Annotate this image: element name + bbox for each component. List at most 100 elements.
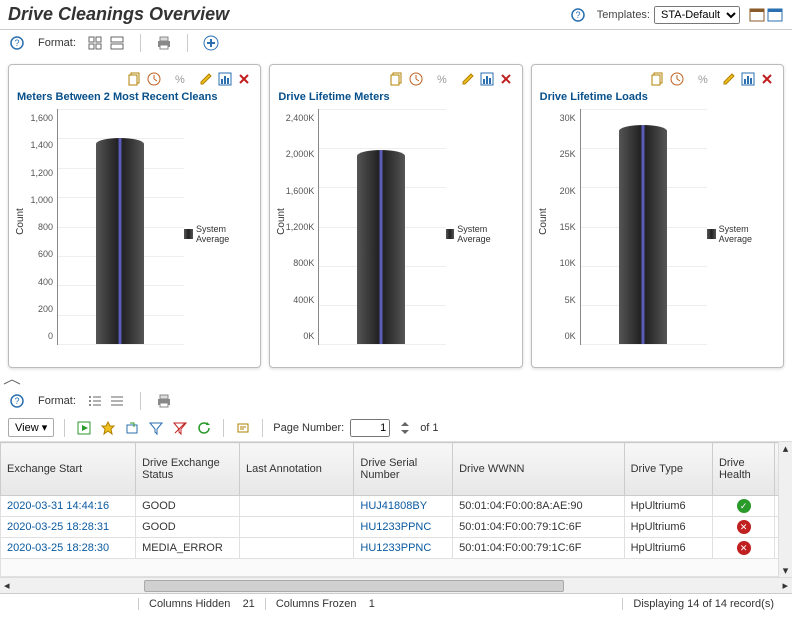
column-header[interactable]: Drive Exchange Status <box>136 443 240 496</box>
export-icon[interactable] <box>123 419 141 437</box>
y-tick: 1,600K <box>286 186 315 196</box>
cell-wwnn: 50:01:04:F0:00:8A:AE:90 <box>453 496 625 517</box>
view-menu-button[interactable]: View ▾ <box>8 418 54 437</box>
copy-icon[interactable] <box>389 71 405 87</box>
page-number-input[interactable] <box>350 419 390 437</box>
cell-serial[interactable]: HUJ41808BY <box>354 496 453 517</box>
help-icon[interactable]: ? <box>569 6 587 24</box>
print-icon[interactable] <box>155 34 173 52</box>
percent-icon[interactable]: % <box>434 71 450 87</box>
templates-select[interactable]: STA-Default <box>654 6 740 24</box>
scroll-thumb[interactable] <box>144 580 564 592</box>
y-tick: 1,200K <box>286 222 315 232</box>
cell-exchange-start[interactable]: 2020-03-25 18:28:31 <box>1 517 136 538</box>
percent-icon[interactable]: % <box>172 71 188 87</box>
panel-title: Drive Lifetime Meters <box>278 91 513 103</box>
scroll-left-icon[interactable]: ◂ <box>0 579 14 592</box>
svg-text:%: % <box>437 74 447 86</box>
scroll-down-icon[interactable]: ▾ <box>783 564 789 577</box>
table-row[interactable]: 2020-03-31 14:44:16GOODHUJ41808BY50:01:0… <box>1 496 792 517</box>
close-icon[interactable] <box>498 71 514 87</box>
table-action-toolbar: View ▾ Page Number: of 1 <box>0 414 792 442</box>
legend-swatch <box>707 229 716 239</box>
columns-hidden-label: Columns Hidden <box>149 598 230 610</box>
scroll-right-icon[interactable]: ▸ <box>778 579 792 592</box>
y-tick: 1,200 <box>30 168 53 178</box>
legend-swatch <box>184 229 193 239</box>
scroll-up-icon[interactable]: ▴ <box>783 442 789 455</box>
cell-serial[interactable]: HU1233PPNC <box>354 538 453 559</box>
page-stepper-icon[interactable] <box>396 419 414 437</box>
templates-label: Templates: <box>597 9 650 21</box>
filter-clear-icon[interactable] <box>171 419 189 437</box>
pencil-icon[interactable] <box>721 71 737 87</box>
y-tick: 5K <box>565 295 576 305</box>
chart-icon[interactable] <box>740 71 756 87</box>
list-details-icon[interactable] <box>108 392 126 410</box>
legend-swatch <box>446 229 455 239</box>
chart-legend: System Average <box>184 109 252 359</box>
chart-plot <box>318 109 445 345</box>
copy-icon[interactable] <box>650 71 666 87</box>
chart-plot <box>580 109 707 345</box>
cell-serial[interactable]: HU1233PPNC <box>354 517 453 538</box>
separator <box>262 419 263 437</box>
column-header[interactable]: Drive Health <box>712 443 774 496</box>
column-header[interactable]: Drive WWNN <box>453 443 625 496</box>
separator <box>187 34 188 52</box>
cell-status: MEDIA_ERROR <box>136 538 240 559</box>
clock-icon[interactable] <box>408 71 424 87</box>
y-tick: 10K <box>560 258 576 268</box>
chart-icon[interactable] <box>479 71 495 87</box>
column-header[interactable]: Exchange Start <box>1 443 136 496</box>
clock-icon[interactable] <box>669 71 685 87</box>
list-bullets-icon[interactable] <box>86 392 104 410</box>
status-bar: Columns Hidden 21 Columns Frozen 1 Displ… <box>0 593 792 614</box>
template-save-icon[interactable] <box>766 6 784 24</box>
chart-icon[interactable] <box>217 71 233 87</box>
copy-icon[interactable] <box>127 71 143 87</box>
template-open-icon[interactable] <box>748 6 766 24</box>
annotate-icon[interactable] <box>234 419 252 437</box>
page-title: Drive Cleanings Overview <box>8 4 569 25</box>
run-icon[interactable] <box>75 419 93 437</box>
cell-exchange-start[interactable]: 2020-03-31 14:44:16 <box>1 496 136 517</box>
y-tick: 1,000 <box>30 195 53 205</box>
format-label: Format: <box>38 395 76 407</box>
percent-icon[interactable]: % <box>695 71 711 87</box>
filter-icon[interactable] <box>147 419 165 437</box>
chart-legend: System Average <box>446 109 514 359</box>
svg-text:?: ? <box>14 38 19 48</box>
close-icon[interactable] <box>759 71 775 87</box>
chart-bar <box>96 138 144 344</box>
pencil-icon[interactable] <box>198 71 214 87</box>
page-total: of 1 <box>420 422 438 434</box>
health-bad-icon: ✕ <box>737 520 751 534</box>
collapse-handle[interactable] <box>0 376 792 388</box>
column-header[interactable]: Last Annotation <box>240 443 354 496</box>
chart-panel: %Drive Lifetime LoadsCount30K25K20K15K10… <box>531 64 784 368</box>
close-icon[interactable] <box>236 71 252 87</box>
help-icon[interactable]: ? <box>8 392 26 410</box>
layout-stack-icon[interactable] <box>108 34 126 52</box>
columns-frozen-count: 1 <box>369 598 375 610</box>
cell-exchange-start[interactable]: 2020-03-25 18:28:30 <box>1 538 136 559</box>
column-header[interactable]: Drive Serial Number <box>354 443 453 496</box>
column-header[interactable]: Drive Type <box>624 443 712 496</box>
svg-text:?: ? <box>14 396 19 406</box>
print-icon[interactable] <box>155 392 173 410</box>
table-scrollbar[interactable]: ▴ ▾ <box>778 442 792 577</box>
add-chart-icon[interactable] <box>202 34 220 52</box>
table-row[interactable]: 2020-03-25 18:28:31GOODHU1233PPNC50:01:0… <box>1 517 792 538</box>
clock-icon[interactable] <box>146 71 162 87</box>
help-icon[interactable]: ? <box>8 34 26 52</box>
layout-grid-icon[interactable] <box>86 34 104 52</box>
pencil-icon[interactable] <box>460 71 476 87</box>
horizontal-scrollbar[interactable]: ◂ ▸ <box>0 577 792 593</box>
star-icon[interactable] <box>99 419 117 437</box>
chart-legend: System Average <box>707 109 775 359</box>
table-row[interactable]: 2020-03-25 18:28:30MEDIA_ERROR HU1233PPNC… <box>1 538 792 559</box>
cell-annotation <box>240 538 354 559</box>
refresh-icon[interactable] <box>195 419 213 437</box>
svg-text:?: ? <box>575 10 580 20</box>
